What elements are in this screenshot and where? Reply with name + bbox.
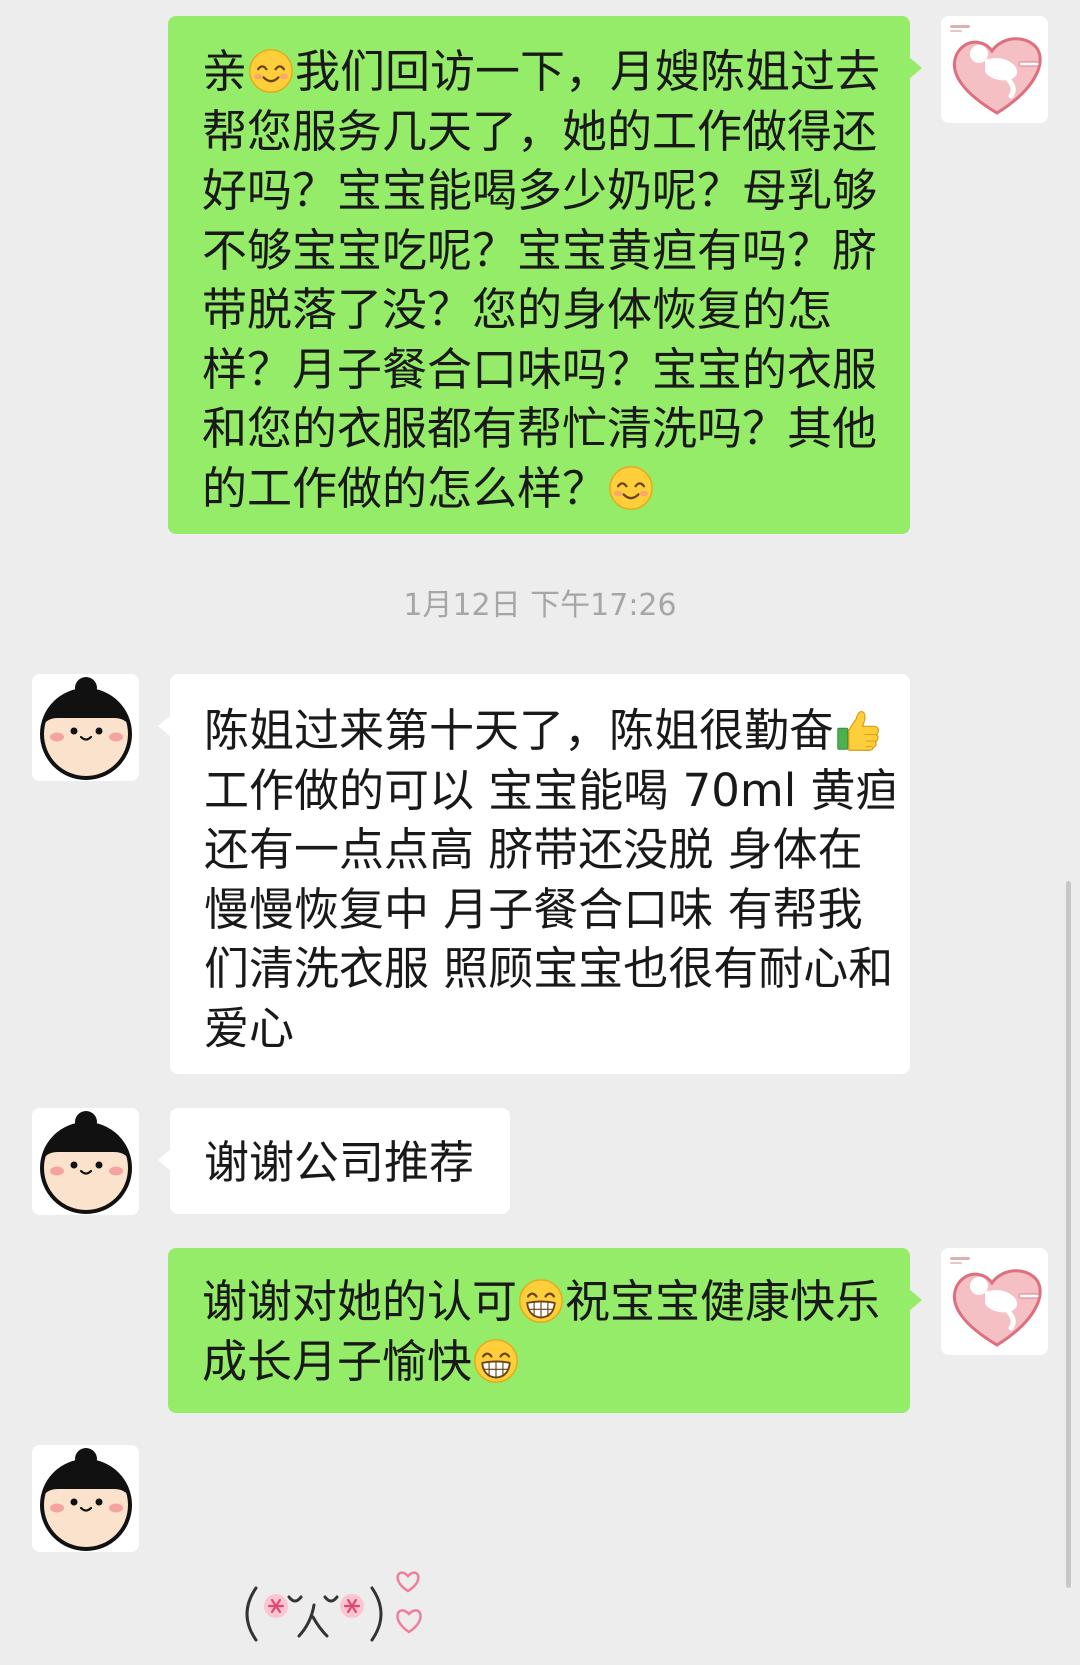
message-text: 好吗？宝宝能喝多少奶呢？母乳够 xyxy=(202,164,878,217)
message-line: 们清洗衣服 照顾宝宝也很有耐心和 xyxy=(204,939,894,999)
message-text: 成长月子愉快 xyxy=(202,1334,473,1388)
thumbs-up-emoji-icon xyxy=(835,707,881,753)
message-line: 帮您服务几天了，她的工作做得还 xyxy=(202,102,894,162)
message-text: 谢谢公司推荐 xyxy=(204,1136,475,1189)
cartoon-girl-icon xyxy=(32,1108,139,1215)
message-text: 还有一点点高 脐带还没脱 身体在 xyxy=(204,823,863,876)
incoming-avatar[interactable] xyxy=(32,1445,139,1552)
heart-baby-logo-icon xyxy=(941,1248,1048,1355)
cartoon-girl-icon xyxy=(32,1445,139,1552)
message-text: 帮您服务几天了，她的工作做得还 xyxy=(202,104,878,158)
message-line: 陈姐过来第十天了，陈姐很勤奋 xyxy=(204,701,894,761)
message-text-block: 陈姐过来第十天了，陈姐很勤奋工作做的可以 宝宝能喝 70ml 黄疸 还有一点点高 … xyxy=(204,701,894,1074)
message-line: 不够宝宝吃呢？宝宝黄疸有吗？脐 xyxy=(202,221,894,281)
message-timestamp: 1月12日 下午17:26 xyxy=(403,588,677,623)
message-line: 爱心 xyxy=(204,999,894,1059)
message-line: 谢谢对她的认可 祝宝宝健康快乐 xyxy=(202,1272,894,1332)
message-text-block: 亲我们回访一下，月嫂陈姐过去 帮您服务几天了，她的工作做得还 好吗？宝宝能喝多少奶呢… xyxy=(202,42,894,534)
message-text: 们清洗衣服 照顾宝宝也很有耐心和 xyxy=(204,942,894,995)
message-text: 工作做的可以 宝宝能喝 70ml 黄疸 xyxy=(204,763,894,817)
incoming-avatar[interactable] xyxy=(32,1108,139,1215)
bubble-tail xyxy=(158,715,171,737)
message-text: 慢慢恢复中 月子餐合口味 有帮我 xyxy=(204,882,863,936)
message-text: 不够宝宝吃呢？宝宝黄疸有吗？脐 xyxy=(202,223,878,277)
message-text: 的工作做的怎么样？ xyxy=(202,461,608,515)
outgoing-avatar[interactable] xyxy=(941,16,1048,123)
message-line: 还有一点点高 脐带还没脱 身体在 xyxy=(204,820,894,880)
bubble-tail xyxy=(909,57,922,79)
smiling-face-emoji-icon xyxy=(608,465,654,511)
bubble-tail xyxy=(909,1289,922,1311)
message-line: 和您的衣服都有帮忙清洗吗？其他 xyxy=(202,399,894,459)
message-text: 样？月子餐合口味吗？宝宝的衣服 xyxy=(202,342,878,396)
message-text: 带脱落了没？您的身体恢复的怎 xyxy=(202,283,833,336)
message-text: 爱心 xyxy=(204,1001,295,1055)
message-text: 祝宝宝健康快乐 xyxy=(565,1275,881,1328)
cartoon-girl-icon xyxy=(32,674,139,781)
message-text-block: 谢谢对她的认可 祝宝宝健康快乐 成长月子愉快 xyxy=(202,1272,894,1413)
heart-baby-logo-icon xyxy=(941,16,1048,123)
chat-screen: { "theme": { "background": "#ededed", "o… xyxy=(0,0,1080,1665)
message-line: 带脱落了没？您的身体恢复的怎 xyxy=(202,280,894,340)
outgoing-avatar[interactable] xyxy=(941,1248,1048,1355)
kaomoji-sticker[interactable] xyxy=(170,1445,470,1650)
incoming-avatar[interactable] xyxy=(32,674,139,781)
incoming-message-bubble[interactable]: 陈姐过来第十天了，陈姐很勤奋工作做的可以 宝宝能喝 70ml 黄疸 还有一点点高 … xyxy=(158,674,910,1074)
message-text-block: 谢谢公司推荐 xyxy=(204,1133,494,1214)
incoming-message-bubble[interactable]: 谢谢公司推荐 xyxy=(158,1108,510,1214)
message-line: 谢谢公司推荐 xyxy=(204,1133,494,1193)
message-text: 和您的衣服都有帮忙清洗吗？其他 xyxy=(202,402,878,455)
message-text: 我们回访一下，月嫂陈姐过去 xyxy=(295,45,881,98)
message-text: 陈姐过来第十天了，陈姐很勤奋 xyxy=(204,704,835,757)
beaming-face-emoji-icon xyxy=(518,1278,564,1324)
smiling-face-emoji-icon xyxy=(248,48,294,94)
scrollbar-thumb[interactable] xyxy=(1066,881,1071,1588)
message-text: 亲 xyxy=(202,45,248,98)
message-line: 亲我们回访一下，月嫂陈姐过去 xyxy=(202,42,894,102)
message-line: 慢慢恢复中 月子餐合口味 有帮我 xyxy=(204,880,894,940)
outgoing-message-bubble[interactable]: 谢谢对她的认可 祝宝宝健康快乐 成长月子愉快 xyxy=(168,1248,922,1413)
beaming-face-emoji-icon xyxy=(473,1338,519,1384)
kaomoji-hearts-sticker-icon xyxy=(245,1571,422,1642)
message-line: 样？月子餐合口味吗？宝宝的衣服 xyxy=(202,340,894,400)
message-line: 工作做的可以 宝宝能喝 70ml 黄疸 xyxy=(204,761,894,821)
message-line: 的工作做的怎么样？ xyxy=(202,459,894,519)
message-line: 好吗？宝宝能喝多少奶呢？母乳够 xyxy=(202,161,894,221)
message-line: 成长月子愉快 xyxy=(202,1332,894,1392)
message-text: 谢谢对她的认可 xyxy=(202,1275,518,1328)
outgoing-message-bubble[interactable]: 亲我们回访一下，月嫂陈姐过去 帮您服务几天了，她的工作做得还 好吗？宝宝能喝多少奶呢… xyxy=(168,16,922,534)
bubble-tail xyxy=(158,1149,171,1171)
